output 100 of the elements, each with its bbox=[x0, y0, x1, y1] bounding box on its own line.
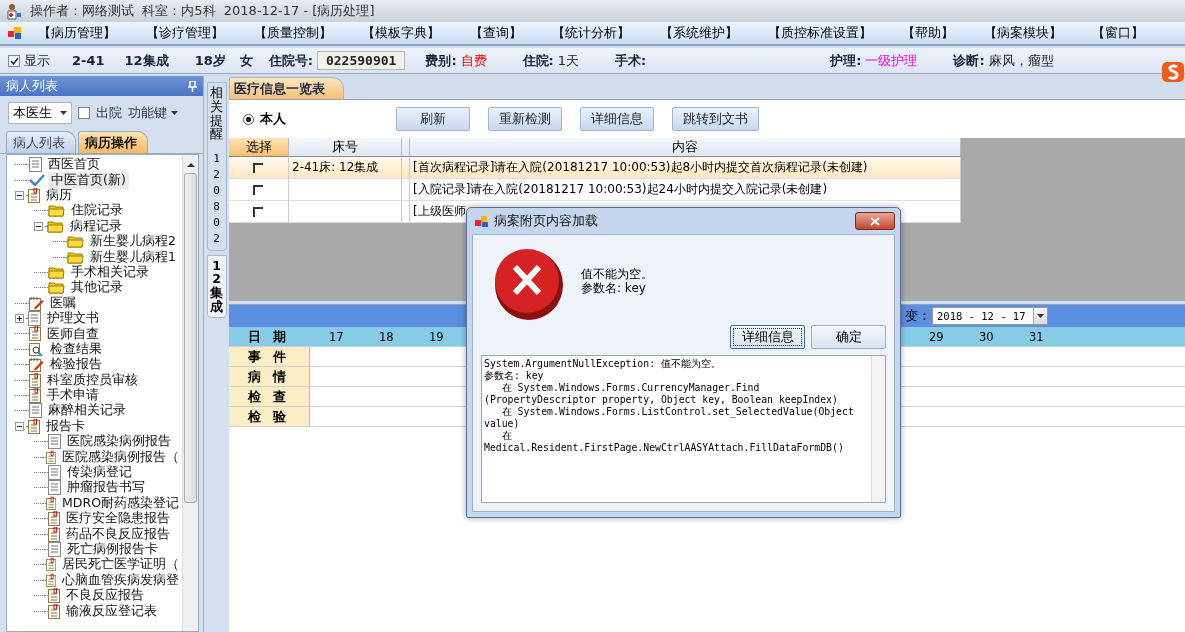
menu-item[interactable]: 【统计分析】 bbox=[537, 24, 645, 42]
folder-icon bbox=[48, 265, 65, 279]
tree-item[interactable]: 护理文书 bbox=[44, 310, 102, 328]
tree-item[interactable]: 传染病登记 bbox=[64, 464, 135, 481]
detail-line: 参数名: key bbox=[484, 370, 545, 382]
details-textarea[interactable] bbox=[481, 355, 886, 503]
pin-icon[interactable] bbox=[188, 80, 197, 92]
toolbar-button[interactable]: 跳转到文书 bbox=[672, 107, 759, 131]
function-keys-menu[interactable]: 功能键 bbox=[128, 104, 178, 122]
date-label: 变： bbox=[905, 307, 931, 325]
toolbar-button[interactable]: 重新检测 bbox=[488, 107, 562, 131]
main-tab[interactable]: 医疗信息一览表 bbox=[229, 77, 344, 99]
collapse-toggle[interactable] bbox=[34, 221, 43, 231]
menu-item[interactable]: 【窗口】 bbox=[1077, 24, 1159, 42]
tree-item[interactable]: 医师自查 bbox=[44, 325, 102, 343]
menu-item[interactable]: 【系统维护】 bbox=[645, 24, 753, 42]
dialog-button[interactable]: 详细信息 bbox=[730, 325, 805, 349]
clipped-document-icon bbox=[28, 418, 40, 434]
table-row-cell[interactable] bbox=[229, 179, 289, 201]
tree-item[interactable]: 死亡病例报告卡 bbox=[64, 540, 161, 558]
tree-item[interactable]: 检查结果 bbox=[47, 340, 105, 358]
scrollbar[interactable] bbox=[182, 155, 198, 631]
row-checkbox[interactable] bbox=[253, 206, 263, 217]
menu-item[interactable]: 【模板字典】 bbox=[347, 24, 455, 42]
detail-line: (PropertyDescriptor property, Object key, Boolean keepIndex) bbox=[484, 394, 839, 406]
row-checkbox[interactable] bbox=[253, 184, 263, 195]
field-label: 护理: bbox=[830, 51, 862, 70]
tree-item[interactable]: 医嘱 bbox=[47, 294, 79, 312]
row-header: 事 件 bbox=[229, 347, 310, 366]
menu-item[interactable]: 【病历管理】 bbox=[23, 24, 131, 42]
detail-line: Medical.Resident.FirstPage.NewCtrlAASYAttach.FillDataFormDB() bbox=[484, 442, 845, 454]
tree-item[interactable]: 医院感染病例报告 bbox=[64, 433, 174, 451]
tree-item[interactable]: 病程记录 bbox=[67, 217, 125, 235]
table-row-cell[interactable] bbox=[229, 201, 289, 223]
show-checkbox[interactable] bbox=[8, 54, 20, 67]
row-checkbox[interactable] bbox=[253, 162, 263, 173]
row-header: 检 查 bbox=[229, 387, 310, 406]
discharged-checkbox[interactable] bbox=[78, 107, 90, 119]
notepad-pencil-icon bbox=[29, 357, 44, 373]
column-header[interactable]: 内容 bbox=[410, 138, 961, 157]
clipped-document-icon bbox=[48, 588, 60, 604]
close-button[interactable] bbox=[855, 212, 895, 230]
tree-item[interactable]: 肿瘤报告书写 bbox=[64, 479, 148, 497]
tree-item[interactable]: 中医首页(新) bbox=[48, 171, 129, 189]
expand-toggle[interactable] bbox=[15, 314, 24, 324]
menu-item[interactable]: 【病案模块】 bbox=[969, 24, 1077, 42]
column-header[interactable]: 选择 bbox=[229, 138, 289, 157]
tree-item[interactable]: 输液反应登记表 bbox=[63, 602, 160, 620]
field-label: 费别: bbox=[425, 51, 457, 70]
tree-item[interactable]: 新生婴儿病程2 bbox=[87, 233, 179, 251]
side-tab[interactable]: 相关提醒 120802 bbox=[206, 82, 227, 251]
column-header[interactable]: 床号 bbox=[289, 138, 402, 157]
doctor-select[interactable]: 本医生 bbox=[8, 102, 72, 124]
tree-item[interactable]: 西医首页 bbox=[45, 156, 103, 174]
collapse-toggle[interactable] bbox=[15, 190, 24, 200]
panel-tab[interactable]: 病人列表 bbox=[6, 131, 76, 153]
radio-button[interactable] bbox=[243, 113, 254, 125]
tree-item[interactable]: 医院感染病例报告（ bbox=[59, 448, 182, 466]
document-icon bbox=[48, 541, 61, 557]
scrollbar[interactable] bbox=[871, 356, 885, 502]
windows-tiles-icon[interactable] bbox=[8, 26, 23, 40]
tree-item[interactable]: 麻醉相关记录 bbox=[45, 402, 129, 420]
menu-item[interactable]: 【质量控制】 bbox=[239, 24, 347, 42]
scroll-thumb[interactable] bbox=[184, 173, 197, 503]
tree-item[interactable]: 住院记录 bbox=[68, 202, 126, 220]
admission-number-field[interactable]: 022590901 bbox=[316, 51, 406, 70]
patient-age: 18岁 bbox=[194, 51, 226, 70]
scroll-up-icon[interactable] bbox=[186, 161, 195, 169]
tree-item[interactable]: MDRO耐药感染登记 bbox=[59, 494, 182, 512]
column-header[interactable] bbox=[402, 138, 410, 157]
menu-item[interactable]: 【诊疗管理】 bbox=[131, 24, 239, 42]
clipped-document-icon bbox=[29, 388, 41, 404]
dialog-button[interactable]: 确定 bbox=[811, 325, 886, 349]
side-tab[interactable]: 12集成 bbox=[206, 254, 227, 318]
menu-item[interactable]: 【帮助】 bbox=[887, 24, 969, 42]
toolbar-button[interactable]: 刷新 bbox=[396, 107, 470, 131]
table-row-cell[interactable] bbox=[229, 157, 289, 179]
tree-item[interactable]: 科室质控员审核 bbox=[44, 371, 141, 389]
panel-tab[interactable]: 病历操作 bbox=[78, 131, 148, 153]
tree-item[interactable]: 心脑血管疾病发病登 bbox=[59, 571, 182, 589]
toolbar-button[interactable]: 详细信息 bbox=[580, 107, 654, 131]
input-method-icon[interactable] bbox=[1161, 60, 1185, 84]
document-icon bbox=[29, 157, 42, 173]
tree-item[interactable]: 不良反应报告 bbox=[63, 587, 147, 605]
date-picker[interactable]: 2018 - 12 - 17 bbox=[932, 307, 1048, 325]
tree-item[interactable]: 医疗安全隐患报告 bbox=[63, 510, 173, 528]
window-title: 操作者：网络测试 科室：内5科 2018-12-17 - [病历处理] bbox=[30, 2, 375, 20]
tree-item[interactable]: 新生婴儿病程1 bbox=[87, 248, 179, 266]
tree-item[interactable]: 其他记录 bbox=[68, 279, 126, 297]
tree-item[interactable]: 检验报告 bbox=[47, 356, 105, 374]
menu-item[interactable]: 【查询】 bbox=[455, 24, 537, 42]
tree-item[interactable]: 手术相关记录 bbox=[68, 263, 152, 281]
collapse-toggle[interactable] bbox=[15, 421, 24, 431]
patient-name: 12集成 bbox=[124, 51, 169, 70]
folder-icon bbox=[48, 281, 65, 295]
tree-item[interactable]: 报告卡 bbox=[43, 417, 88, 435]
tree-item[interactable]: 居民死亡医学证明（ bbox=[59, 556, 182, 574]
tree-item[interactable]: 病历 bbox=[43, 187, 75, 204]
menu-item[interactable]: 【质控标准设置】 bbox=[753, 24, 887, 42]
tree-item[interactable]: 药品不良反应报告 bbox=[63, 525, 173, 543]
